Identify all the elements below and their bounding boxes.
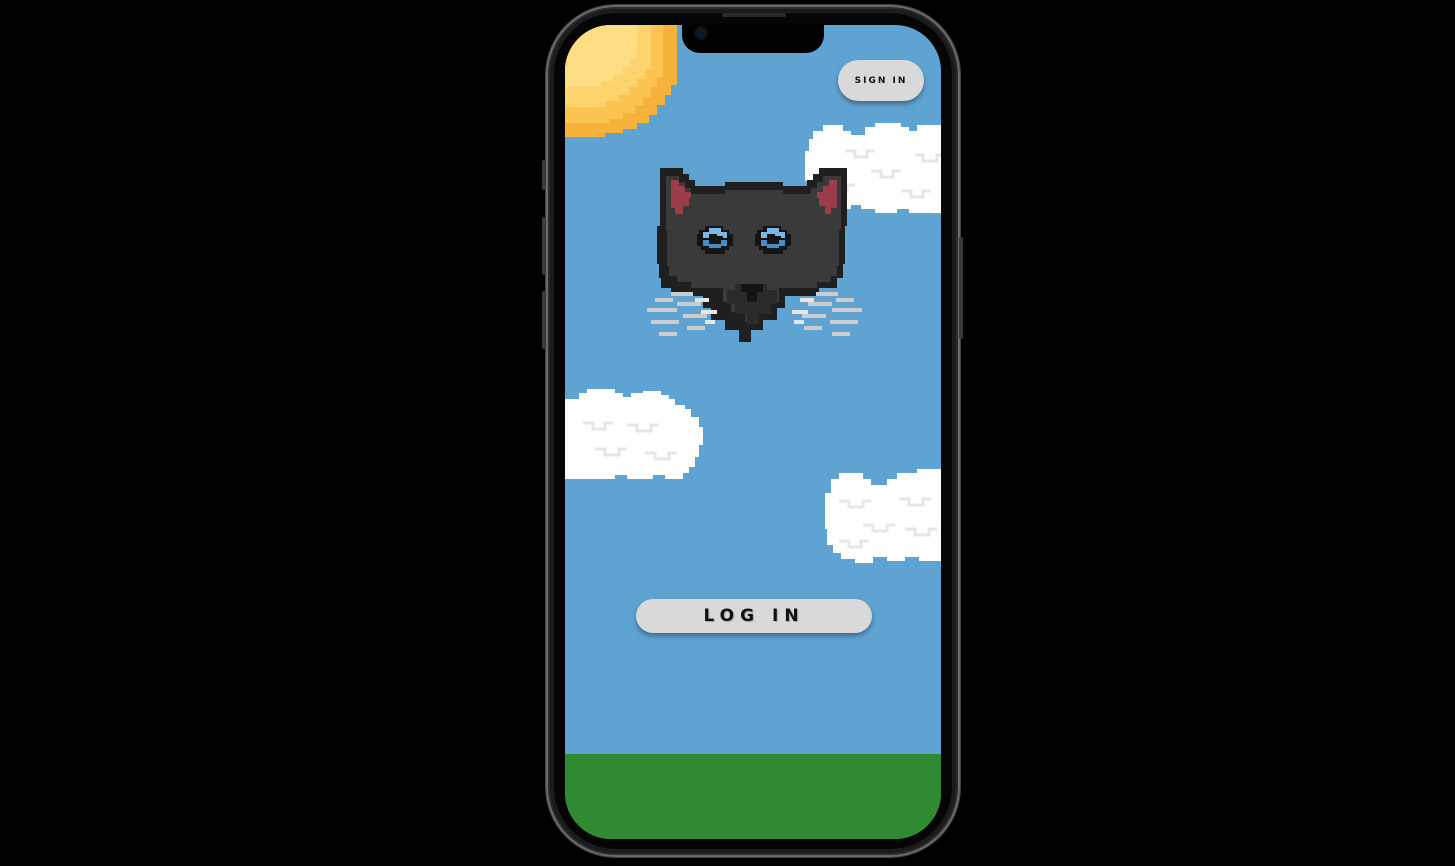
power-button bbox=[959, 237, 963, 339]
sign-in-button[interactable]: SIGN IN bbox=[838, 60, 924, 101]
app-screen: SIGN IN LOG IN bbox=[565, 25, 941, 839]
stage: SIGN IN LOG IN bbox=[0, 0, 1455, 866]
sun-icon bbox=[565, 25, 677, 137]
earpiece-speaker bbox=[722, 13, 786, 17]
log-in-button[interactable]: LOG IN bbox=[636, 599, 872, 633]
cloud-icon bbox=[825, 469, 941, 563]
volume-up-button bbox=[542, 217, 546, 275]
volume-down-button bbox=[542, 291, 546, 349]
silent-switch bbox=[542, 160, 546, 190]
front-camera-icon bbox=[696, 28, 706, 38]
cloud-icon bbox=[565, 389, 703, 479]
grass-ground bbox=[565, 754, 941, 839]
cat-head-icon bbox=[647, 168, 862, 342]
